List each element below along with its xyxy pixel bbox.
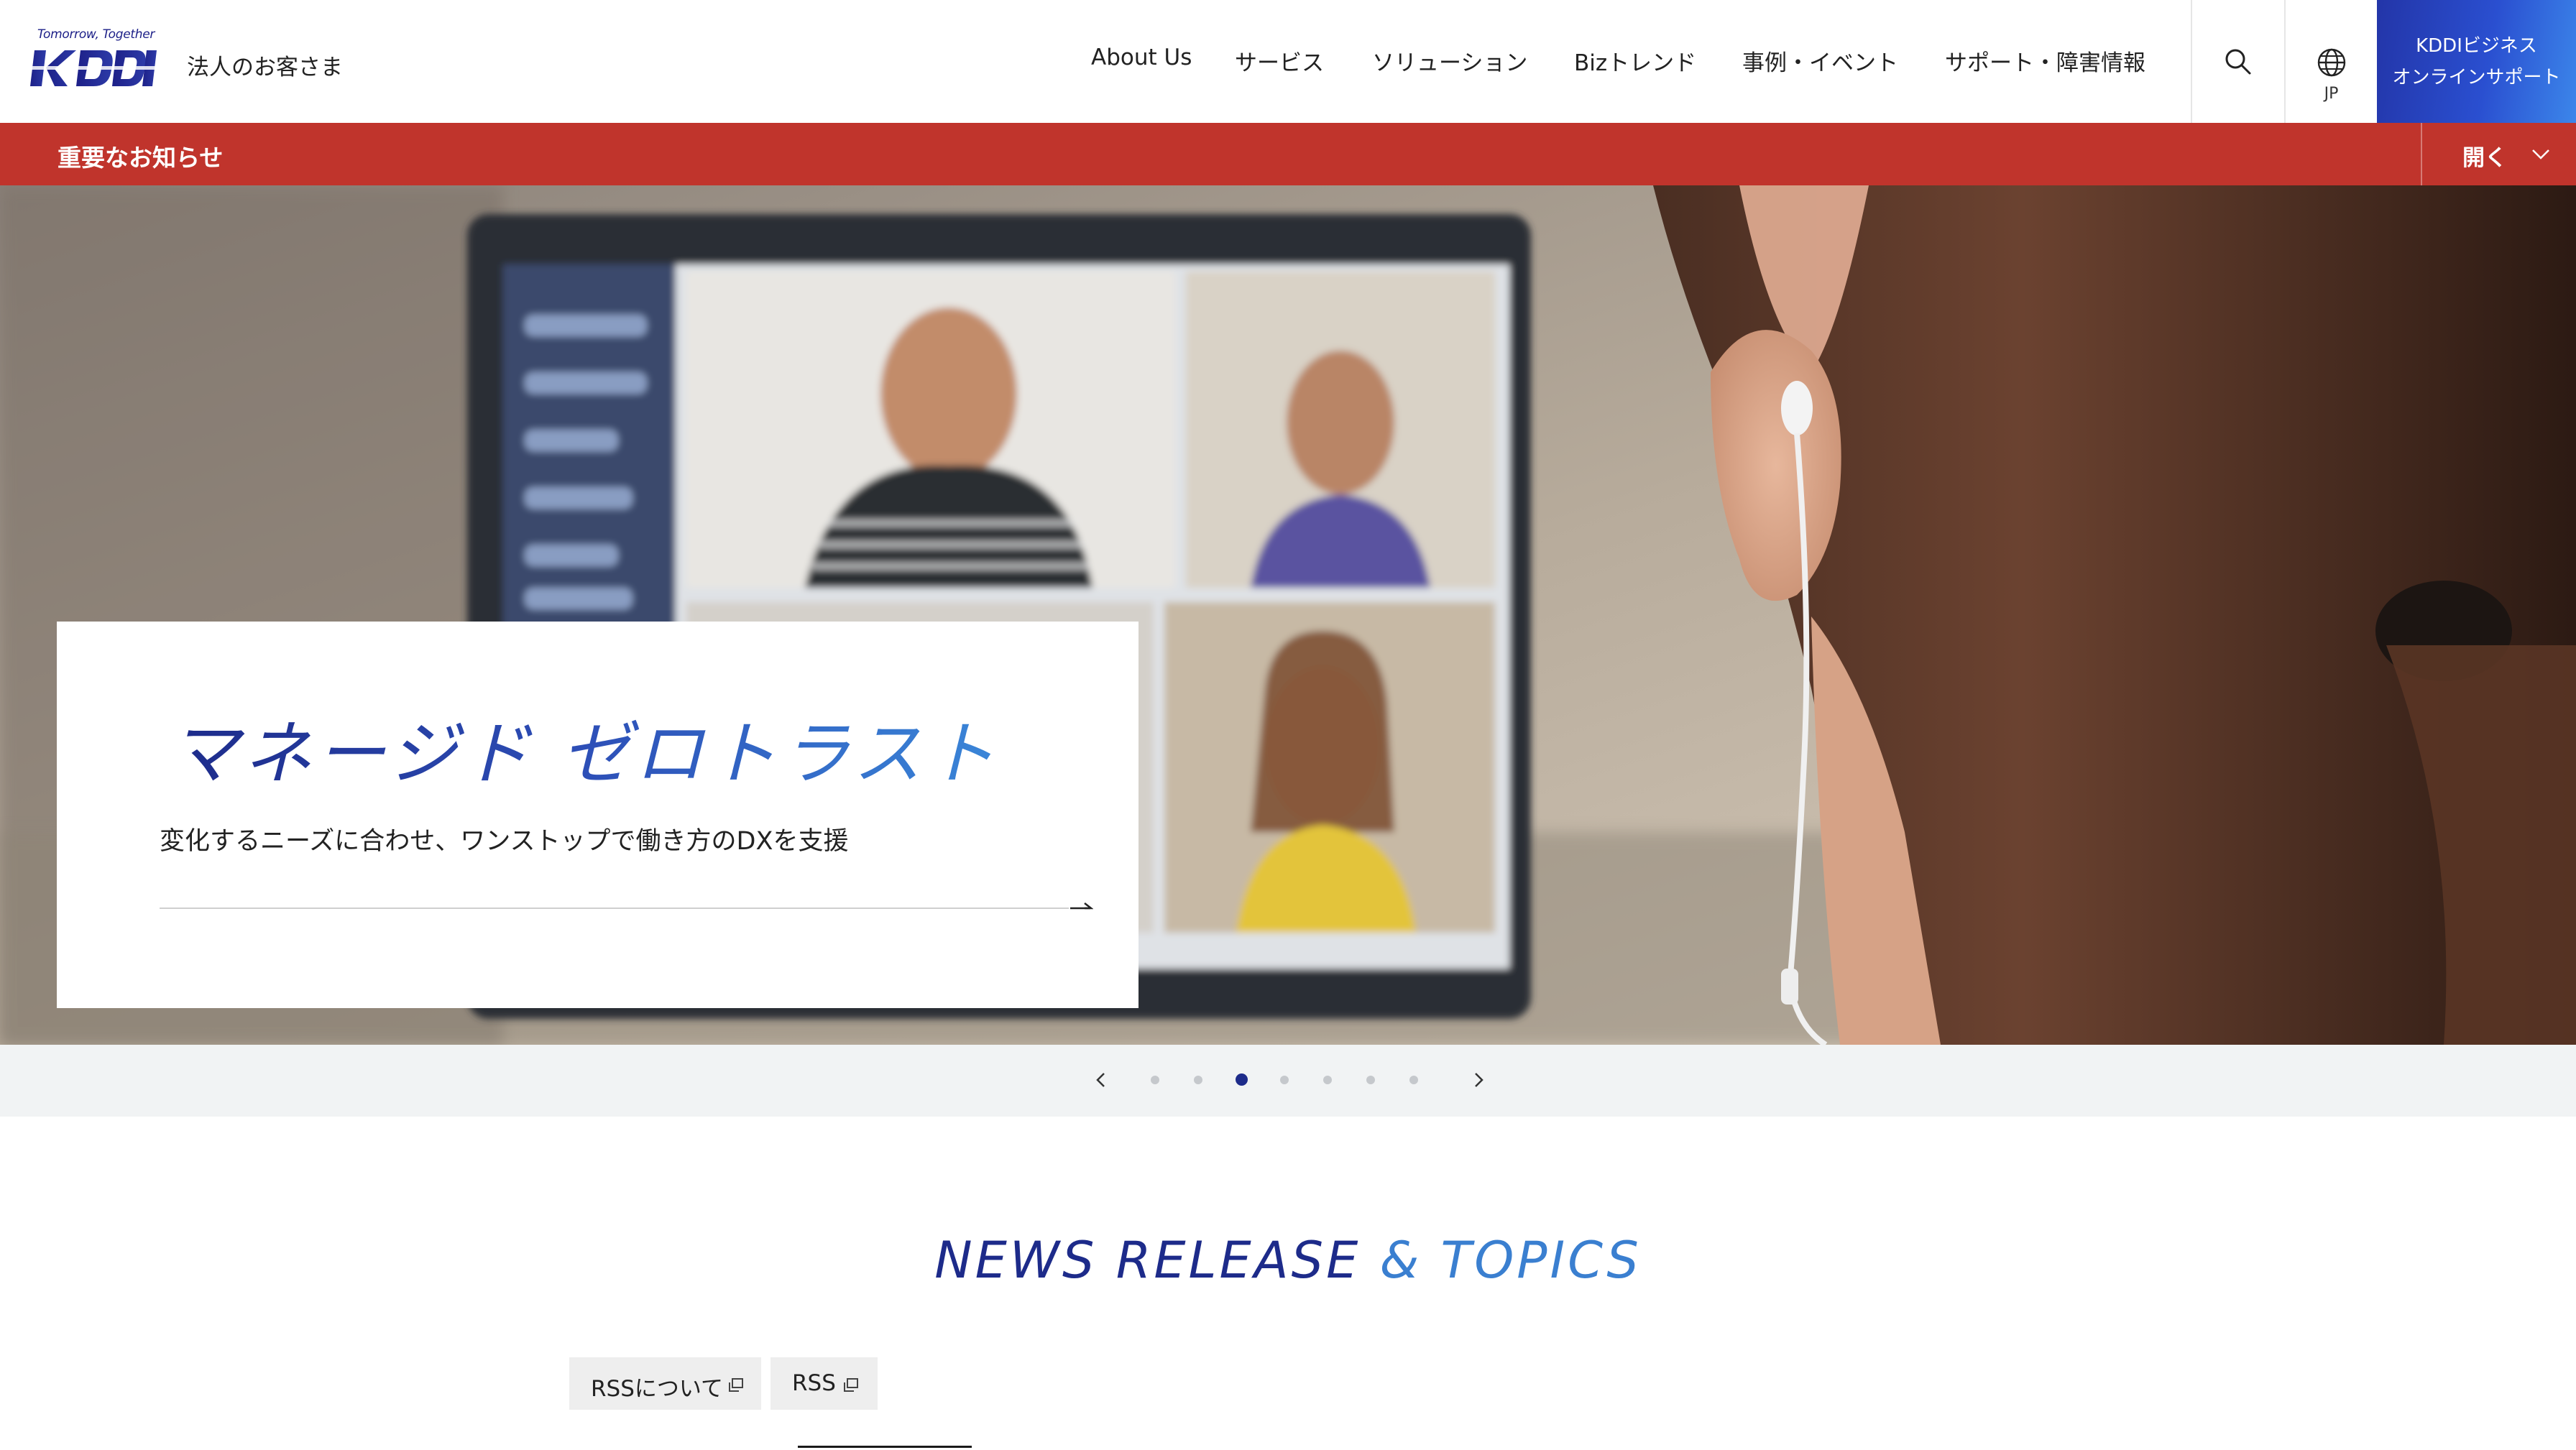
logo-tagline: Tomorrow, Together [37,27,155,42]
nav-services[interactable]: サービス [1235,45,1324,77]
rss-about-label: RSSについて [591,1376,723,1402]
important-notice-bar: 重要なお知らせ 開く [0,123,2576,185]
kddi-wordmark [29,50,157,86]
carousel-dot[interactable] [1280,1076,1289,1084]
carousel-dot[interactable] [1194,1076,1202,1084]
language-label: JP [2324,85,2339,103]
external-link-icon [844,1378,858,1392]
carousel-controls [0,1045,2576,1117]
carousel-dot[interactable] [1235,1073,1248,1086]
notice-open-label: 開く [2462,145,2507,171]
search-button[interactable] [2191,0,2284,123]
online-support-line1: KDDIビジネス [2416,34,2537,57]
search-icon [2225,49,2251,75]
kddi-logo[interactable]: Tomorrow, Together [27,27,157,93]
external-link-icon [729,1378,743,1392]
hero-card[interactable]: マネージド ゼロトラスト 変化するニーズに合わせ、ワンストップで働き方のDXを支… [57,622,1138,1008]
language-switcher[interactable]: JP [2284,0,2377,123]
globe-icon [2317,48,2345,77]
carousel-dot[interactable] [1409,1076,1418,1084]
online-support-line2: オンラインサポート [2392,66,2561,88]
news-title-part2: & TOPICS [1379,1231,1642,1290]
site-header: Tomorrow, Together 法人のお客さま About Us サービス… [0,0,2576,123]
carousel-dot[interactable] [1366,1076,1375,1084]
rss-label: RSS [792,1370,836,1396]
online-support-button[interactable]: KDDIビジネス オンラインサポート [2377,0,2576,123]
notice-open-toggle[interactable]: 開く [2421,123,2576,185]
news-section-title: NEWS RELEASE & TOPICS [0,1231,2576,1290]
chevron-right-icon[interactable] [1466,1068,1491,1092]
hero-title: マネージド ゼロトラスト [170,698,1000,798]
carousel-dot[interactable] [1151,1076,1159,1084]
carousel-dot[interactable] [1323,1076,1332,1084]
arrow-right-icon[interactable] [1069,897,1093,918]
nav-solutions[interactable]: ソリューション [1372,45,1527,77]
nav-about-us[interactable]: About Us [1091,45,1192,70]
hero-divider [160,908,1069,909]
rss-about-link[interactable]: RSSについて [569,1357,761,1410]
hero-subtitle: 変化するニーズに合わせ、ワンストップで働き方のDXを支援 [160,827,849,856]
important-notice-title: 重要なお知らせ [58,144,224,172]
corporate-customers-label: 法人のお客さま [187,55,343,80]
nav-biz-trend[interactable]: Bizトレンド [1574,45,1696,77]
chevron-down-icon [2532,149,2549,160]
nav-cases-events[interactable]: 事例・イベント [1742,45,1898,77]
news-title-part1: NEWS RELEASE [934,1231,1361,1290]
nav-support[interactable]: サポート・障害情報 [1945,45,2145,77]
news-tab-underline [798,1446,972,1448]
rss-link[interactable]: RSS [770,1357,878,1410]
carousel-pagination [0,1045,2576,1117]
hero-carousel: マネージド ゼロトラスト 変化するニーズに合わせ、ワンストップで働き方のDXを支… [0,185,2576,1045]
